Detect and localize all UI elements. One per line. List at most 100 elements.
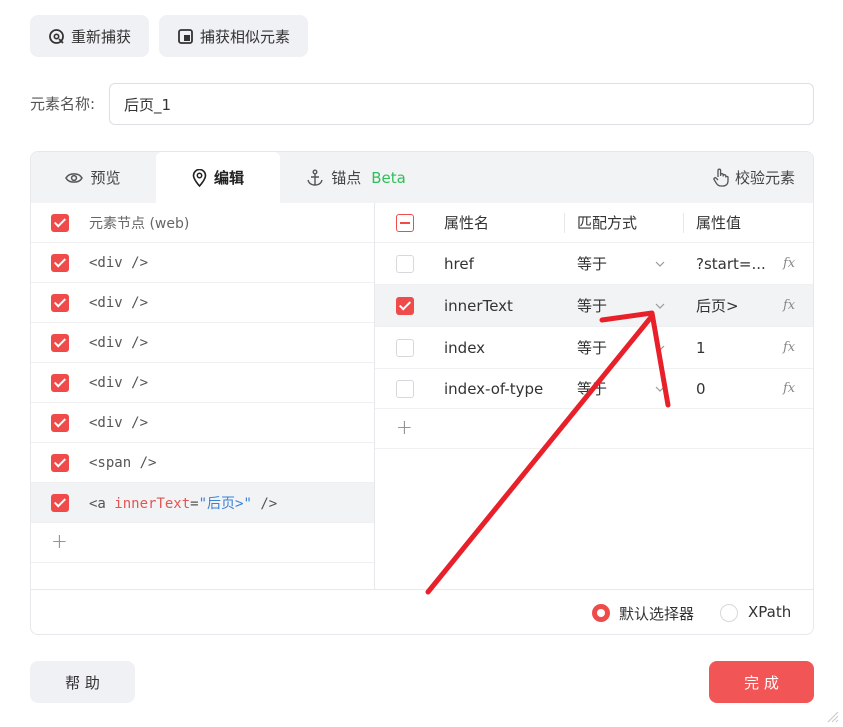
done-button[interactable]: 完 成 (709, 661, 814, 703)
node-attr-eq: = (190, 495, 199, 512)
node-list-header-label: 元素节点 (web) (89, 215, 190, 232)
attribute-name: index-of-type (444, 379, 544, 398)
location-pin-icon (192, 168, 207, 187)
attribute-checkbox[interactable] (396, 379, 414, 398)
fx-icon[interactable]: fx (783, 298, 795, 313)
attribute-row[interactable]: index-of-type 等于 0 fx (375, 369, 813, 409)
column-divider (564, 213, 565, 233)
tab-edit[interactable]: 编辑 (156, 152, 280, 203)
attribute-checkbox[interactable] (396, 338, 414, 357)
node-attr-value: "后页>" (198, 495, 252, 512)
attribute-checkbox[interactable] (396, 254, 414, 273)
element-node-list: 元素节点 (web) <div /> <div /> <div /> <div … (31, 203, 375, 589)
attribute-row-selected[interactable]: innerText 等于 后页> fx (375, 285, 813, 327)
attribute-checkbox[interactable] (396, 296, 414, 315)
chevron-down-icon[interactable] (655, 303, 665, 309)
node-open: <a (89, 495, 115, 512)
capture-similar-label: 捕获相似元素 (199, 27, 290, 46)
attribute-name: href (444, 254, 474, 273)
node-label: <div /> (89, 374, 149, 391)
attribute-row[interactable]: href 等于 ?start=... fx (375, 243, 813, 285)
capture-similar-icon (178, 28, 193, 44)
match-mode-select[interactable]: 等于 (577, 378, 607, 399)
node-label: <div /> (89, 414, 149, 431)
node-checkbox[interactable] (51, 413, 69, 432)
select-all-attributes-checkbox[interactable] (396, 213, 414, 232)
recapture-button[interactable]: 重新捕获 (30, 15, 149, 57)
xpath-radio[interactable] (720, 604, 738, 622)
element-editor-panel: 预览 编辑 锚点 Beta 校验元素 元素节点 (web) <div /> <d… (30, 151, 814, 635)
resize-grip-icon[interactable] (825, 709, 839, 723)
attribute-name: index (444, 338, 486, 357)
tab-preview[interactable]: 预览 (31, 152, 155, 203)
tab-preview-label: 预览 (90, 169, 121, 187)
node-row[interactable]: <div /> (31, 363, 374, 403)
node-label: <div /> (89, 294, 149, 311)
done-label: 完 成 (744, 673, 779, 692)
attribute-table: 属性名 匹配方式 属性值 href 等于 ?start=... fx inner… (375, 203, 813, 589)
node-checkbox[interactable] (51, 293, 69, 312)
attribute-name: innerText (444, 296, 513, 315)
selector-mode-bar: 默认选择器 XPath (31, 589, 813, 634)
node-checkbox[interactable] (51, 253, 69, 272)
fx-icon[interactable]: fx (783, 256, 795, 271)
fx-icon[interactable]: fx (783, 340, 795, 355)
attribute-value[interactable]: 0 (696, 380, 706, 398)
tab-edit-label: 编辑 (213, 169, 244, 187)
node-checkbox[interactable] (51, 453, 69, 472)
add-node-row: + (31, 523, 374, 563)
recapture-icon (49, 28, 64, 44)
node-row[interactable]: <div /> (31, 323, 374, 363)
help-button[interactable]: 帮 助 (30, 661, 135, 703)
attribute-value[interactable]: 1 (696, 339, 706, 357)
node-label: <div /> (89, 254, 149, 271)
xpath-label[interactable]: XPath (748, 603, 791, 621)
node-checkbox[interactable] (51, 493, 69, 512)
match-mode-select[interactable]: 等于 (577, 337, 607, 358)
node-list-header: 元素节点 (web) (31, 203, 374, 243)
node-label: <span /> (89, 454, 157, 471)
select-all-nodes-checkbox[interactable] (51, 213, 69, 232)
tab-anchor-label: 锚点 (331, 169, 362, 187)
add-attribute-icon[interactable]: + (396, 415, 413, 439)
beta-badge: Beta (371, 168, 406, 187)
attribute-value[interactable]: ?start=... (696, 255, 766, 273)
tab-bar: 预览 编辑 锚点 Beta 校验元素 (31, 152, 813, 203)
match-mode-select[interactable]: 等于 (577, 295, 607, 316)
fx-icon[interactable]: fx (783, 381, 795, 396)
anchor-icon (307, 169, 323, 186)
node-close: /> (251, 495, 278, 512)
default-selector-radio[interactable] (592, 604, 610, 622)
match-mode-select[interactable]: 等于 (577, 253, 607, 274)
node-attr-name: innerText (114, 495, 191, 512)
node-label: <div /> (89, 334, 149, 351)
add-node-icon[interactable]: + (51, 529, 68, 553)
node-row-selected[interactable]: <a innerText="后页>" /> (31, 483, 374, 523)
chevron-down-icon[interactable] (655, 345, 665, 351)
capture-similar-button[interactable]: 捕获相似元素 (159, 15, 308, 57)
node-checkbox[interactable] (51, 373, 69, 392)
help-label: 帮 助 (65, 673, 100, 692)
attribute-name-header: 属性名 (444, 214, 490, 232)
match-mode-header: 匹配方式 (577, 214, 638, 232)
add-attribute-row: + (375, 409, 813, 449)
chevron-down-icon[interactable] (655, 261, 665, 267)
attribute-row[interactable]: index 等于 1 fx (375, 327, 813, 369)
node-row[interactable]: <div /> (31, 403, 374, 443)
attribute-header-row: 属性名 匹配方式 属性值 (375, 203, 813, 243)
recapture-label: 重新捕获 (70, 27, 131, 46)
verify-element-button[interactable]: 校验元素 (713, 152, 795, 203)
node-checkbox[interactable] (51, 333, 69, 352)
default-selector-label[interactable]: 默认选择器 (619, 603, 694, 624)
attribute-value[interactable]: 后页> (696, 295, 739, 316)
hand-pointer-icon (713, 168, 729, 187)
verify-element-label: 校验元素 (734, 169, 795, 187)
node-row[interactable]: <div /> (31, 243, 374, 283)
tab-anchor[interactable]: 锚点 Beta (291, 152, 421, 203)
column-divider (683, 213, 684, 233)
chevron-down-icon[interactable] (655, 386, 665, 392)
element-name-label: 元素名称: (30, 95, 96, 113)
node-row[interactable]: <div /> (31, 283, 374, 323)
node-row[interactable]: <span /> (31, 443, 374, 483)
element-name-input[interactable] (109, 83, 814, 125)
